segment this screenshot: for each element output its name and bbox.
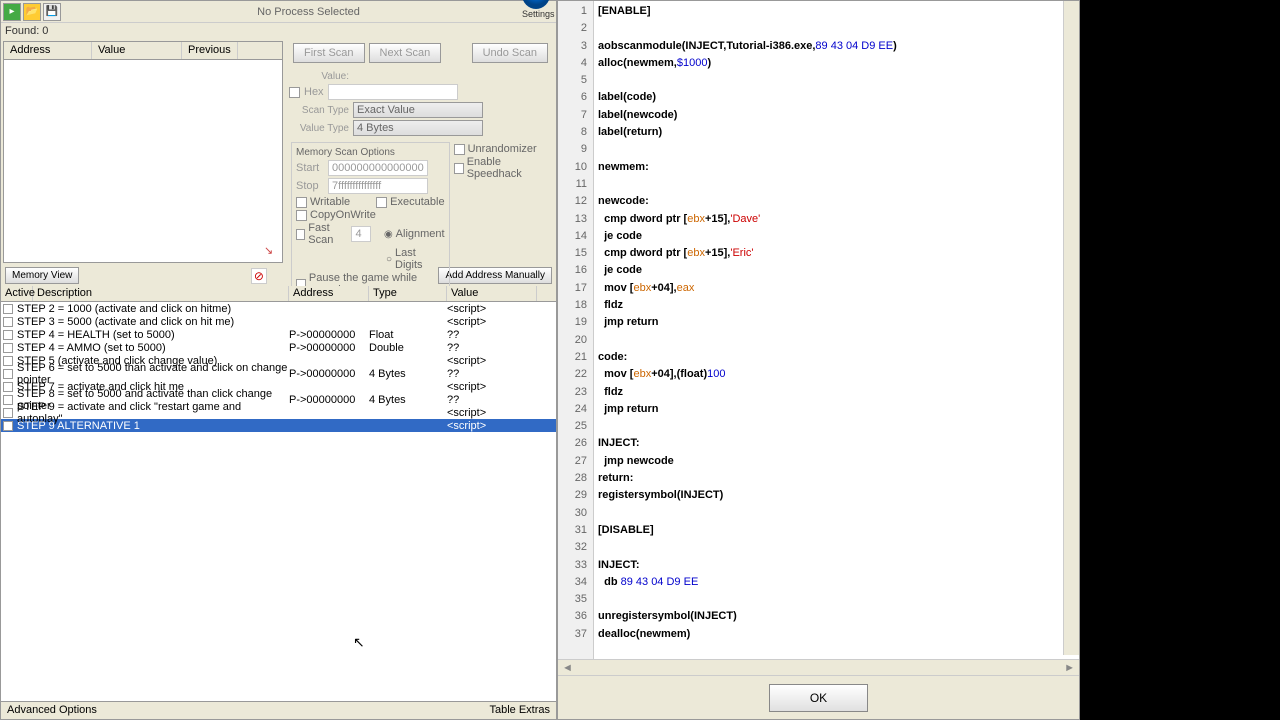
process-title: No Process Selected [63,6,554,18]
stop-input[interactable] [328,178,428,194]
executable-checkbox[interactable] [376,197,387,208]
hex-checkbox[interactable] [289,87,300,98]
active-checkbox[interactable] [3,304,13,314]
table-row[interactable]: STEP 3 = 5000 (activate and click on hit… [1,315,556,328]
undo-scan-button[interactable]: Undo Scan [472,43,548,63]
active-checkbox[interactable] [3,330,13,340]
active-checkbox[interactable] [3,421,13,431]
active-checkbox[interactable] [3,395,13,405]
table-row[interactable]: STEP 9 = activate and click "restart gam… [1,406,556,419]
table-header: Active Description Address Type Value [1,286,556,302]
found-label: Found: 0 [1,23,556,39]
table-extras-link[interactable]: Table Extras [489,704,550,717]
scrollbar-horizontal[interactable]: ◄► [558,659,1079,675]
active-checkbox[interactable] [3,369,13,379]
active-checkbox[interactable] [3,408,13,418]
memory-view-button[interactable]: Memory View [5,267,79,284]
speedhack-checkbox[interactable] [454,163,464,174]
footer: Advanced Options Table Extras [1,701,556,719]
table-row[interactable]: STEP 6 = set to 5000 than activate and c… [1,367,556,380]
save-icon[interactable]: 💾 [43,3,61,21]
ok-button[interactable]: OK [769,684,868,712]
advanced-options-link[interactable]: Advanced Options [7,704,97,717]
scan-type-dropdown[interactable]: Exact Value [353,102,483,118]
unrand-checkbox[interactable] [454,144,465,155]
scrollbar-vertical[interactable] [1063,1,1079,655]
active-checkbox[interactable] [3,382,13,392]
address-table[interactable]: Active Description Address Type Value ST… [1,286,556,716]
stop-icon[interactable]: ⊘ [251,268,267,284]
results-header: Address Value Previous [4,42,282,60]
scan-panel: First Scan Next Scan Undo Scan Value: He… [285,39,556,265]
active-checkbox[interactable] [3,356,13,366]
results-list[interactable]: Address Value Previous ↘ [3,41,283,263]
writable-checkbox[interactable] [296,197,307,208]
cheat-engine-window: ▸ 📂 💾 No Process Selected Settings Found… [0,0,557,720]
open-file-icon[interactable]: 📂 [23,3,41,21]
toolbar: ▸ 📂 💾 No Process Selected Settings [1,1,556,23]
code-editor[interactable]: [ENABLE]aobscanmodule(INJECT,Tutorial-i3… [594,1,1079,659]
value-type-dropdown[interactable]: 4 Bytes [353,120,483,136]
active-checkbox[interactable] [3,317,13,327]
clear-icon[interactable]: ↘ [264,244,278,258]
line-gutter: 1234567891011121314151617181920212223242… [558,1,594,659]
next-scan-button[interactable]: Next Scan [369,43,442,63]
table-row[interactable]: STEP 4 = AMMO (set to 5000)P->00000000Do… [1,341,556,354]
table-row[interactable]: STEP 2 = 1000 (activate and click on hit… [1,302,556,315]
cow-checkbox[interactable] [296,210,307,221]
start-input[interactable] [328,160,428,176]
table-row[interactable]: STEP 9 ALTERNATIVE 1<script> [1,419,556,432]
fastscan-checkbox[interactable] [296,229,305,240]
active-checkbox[interactable] [3,343,13,353]
value-input[interactable] [328,84,458,100]
auto-assemble-window: 1234567891011121314151617181920212223242… [557,0,1080,720]
table-row[interactable]: STEP 4 = HEALTH (set to 5000)P->00000000… [1,328,556,341]
first-scan-button[interactable]: First Scan [293,43,365,63]
open-process-icon[interactable]: ▸ [3,3,21,21]
ce-logo[interactable]: Settings [522,0,552,23]
